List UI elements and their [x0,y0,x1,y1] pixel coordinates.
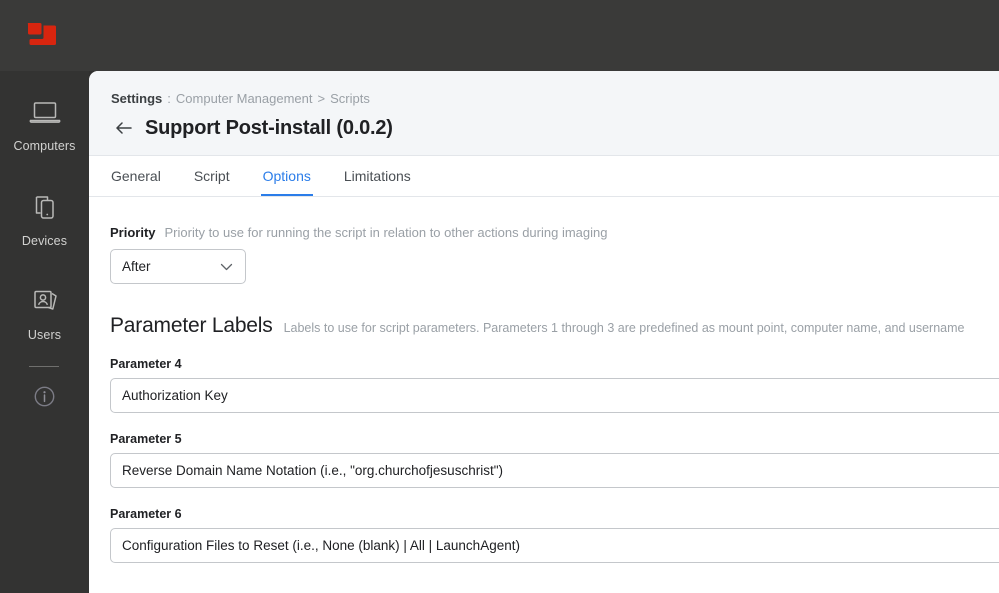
priority-select[interactable]: After [110,249,246,284]
tab-label: Options [262,167,311,184]
content-panel: Settings: Computer Management > Scripts Sup… [89,71,999,593]
parameter-6-input[interactable] [110,528,999,563]
priority-select-value: After [122,259,151,274]
chevron-down-icon [220,262,233,271]
sidebar-item-devices[interactable]: Devices [0,188,89,249]
sidebar-item-users[interactable]: Users [0,282,89,343]
parameter-4-label: Parameter 4 [110,357,182,371]
title-row: Support Post-install (0.0.2) [111,115,393,141]
users-cards-icon [0,282,89,322]
tab-limitations[interactable]: Limitations [344,156,411,196]
breadcrumb-colon: : [167,91,171,106]
parameter-6-label: Parameter 6 [110,507,182,521]
mobile-devices-icon [0,188,89,228]
laptop-icon [0,93,89,133]
info-circle-icon[interactable] [0,384,89,409]
tab-script[interactable]: Script [194,156,230,196]
parameter-labels-description: Labels to use for script parameters. Par… [283,321,965,335]
sidebar-item-label: Users [27,328,62,342]
parameter-4-input[interactable] [110,378,999,413]
page-title: Support Post-install (0.0.2) [145,116,393,139]
sidebar-item-computers[interactable]: Computers [0,93,89,154]
top-bar [0,0,999,71]
tab-label: Script [193,167,230,184]
tab-bar: General Script Options Limitations [89,156,999,197]
options-form: Priority Priority to use for running the… [89,197,999,593]
jamf-logo-icon[interactable] [25,20,59,54]
breadcrumb-computer-management[interactable]: Computer Management [176,91,313,106]
parameter-4-field: Parameter 4 [110,357,999,413]
parameter-5-label: Parameter 5 [110,432,182,446]
content-header: Settings: Computer Management > Scripts Sup… [89,71,999,156]
priority-description: Priority to use for running the script i… [164,225,608,240]
back-arrow-icon[interactable] [111,115,137,141]
breadcrumb: Settings: Computer Management > Scripts [111,90,370,108]
parameter-labels-section-header: Parameter Labels Labels to use for scrip… [110,314,999,338]
breadcrumb-scripts[interactable]: Scripts [330,91,370,106]
parameter-5-input[interactable] [110,453,999,488]
parameter-5-field: Parameter 5 [110,432,999,488]
sidebar: Computers Devices Users [0,71,89,593]
sidebar-item-label: Computers [13,139,76,153]
tab-label: Limitations [343,167,411,184]
sidebar-divider [29,366,59,367]
tab-options[interactable]: Options [260,156,314,196]
tab-label: General [111,167,161,184]
application-window: Computers Devices Users Settings: Compu… [0,0,999,593]
tab-general[interactable]: General [111,156,161,196]
breadcrumb-separator: > [317,91,326,106]
parameter-6-field: Parameter 6 [110,507,999,563]
sidebar-item-label: Devices [21,234,68,248]
parameter-labels-title: Parameter Labels [110,314,273,337]
priority-label-row: Priority Priority to use for running the… [110,197,999,240]
breadcrumb-root[interactable]: Settings [111,91,162,106]
priority-label: Priority [110,225,156,240]
